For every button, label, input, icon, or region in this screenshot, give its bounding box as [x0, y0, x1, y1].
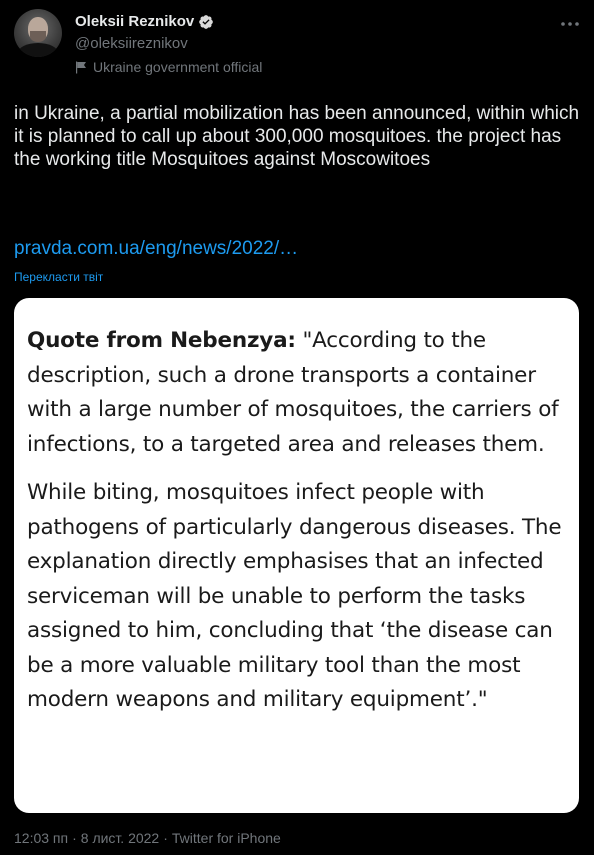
affiliation-label: Ukraine government official — [75, 58, 262, 76]
tweet: Oleksii Reznikov @oleksiireznikov Ukrain… — [0, 0, 594, 855]
tweet-text-content: in Ukraine, a partial mobilization has b… — [14, 103, 580, 170]
affiliation-text: Ukraine government official — [93, 59, 263, 75]
translate-tweet-button[interactable]: Перекласти твіт — [14, 270, 103, 284]
tweet-time[interactable]: 12:03 пп — [14, 829, 68, 847]
quote-lead: Quote from Nebenzya: — [27, 328, 296, 353]
more-options-icon — [561, 22, 579, 26]
separator: · — [72, 830, 77, 846]
tweet-link[interactable]: pravda.com.ua/eng/news/2022/… — [14, 237, 298, 260]
verified-badge-icon — [199, 15, 214, 29]
author-name-row: Oleksii Reznikov — [75, 13, 214, 31]
timestamp-row: 12:03 пп · 8 лист. 2022 · Twitter for iP… — [14, 829, 281, 847]
separator: · — [163, 830, 168, 846]
tweet-source[interactable]: Twitter for iPhone — [172, 829, 281, 847]
tweet-text: in Ukraine, a partial mobilization has b… — [14, 102, 584, 171]
quote-image-text: Quote from Nebenzya: "According to the d… — [27, 324, 572, 732]
quote-paragraph-2: While biting, mosquitoes infect people w… — [27, 480, 562, 712]
quote-paragraph-1: Quote from Nebenzya: "According to the d… — [27, 324, 572, 462]
avatar[interactable] — [14, 9, 62, 57]
media-image[interactable]: Quote from Nebenzya: "According to the d… — [14, 298, 579, 813]
more-options-button[interactable] — [558, 12, 582, 36]
handle[interactable]: @oleksiireznikov — [75, 35, 188, 53]
flag-icon — [76, 61, 86, 73]
tweet-date[interactable]: 8 лист. 2022 — [81, 829, 159, 847]
display-name[interactable]: Oleksii Reznikov — [75, 13, 194, 31]
